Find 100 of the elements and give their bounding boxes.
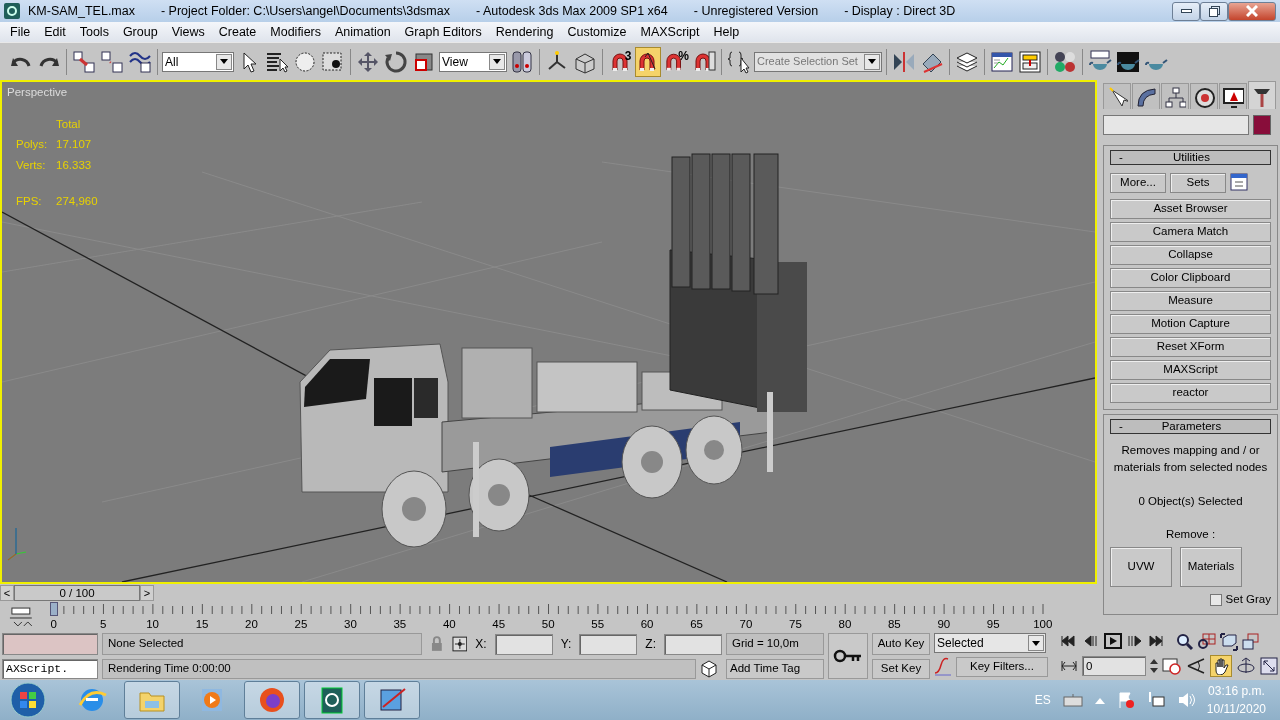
panel-tab[interactable] — [1248, 81, 1276, 109]
restore-button[interactable] — [1200, 1, 1228, 21]
zoom-extents-all-icon[interactable] — [1242, 633, 1260, 651]
panel-tab[interactable] — [1132, 83, 1160, 109]
maxscript-input-field[interactable] — [2, 633, 98, 655]
window-crossing-icon[interactable] — [321, 49, 345, 74]
curve-editor-icon[interactable] — [990, 49, 1014, 74]
selection-filter-dropdown[interactable]: All — [162, 51, 234, 72]
menu-item[interactable]: MAXScript — [633, 22, 707, 42]
menu-item[interactable]: Group — [115, 22, 165, 42]
reference-coordinate-dropdown[interactable]: View — [439, 51, 507, 72]
network-icon[interactable] — [1146, 691, 1165, 709]
set-key-mode-button[interactable]: Set Key — [872, 659, 930, 679]
snap3d-snap-toggle[interactable]: 3 — [607, 46, 633, 77]
next-frame-button[interactable]: > — [140, 585, 154, 601]
utility-button[interactable]: Sets — [1170, 173, 1226, 193]
utility-button[interactable]: reactor — [1110, 383, 1271, 403]
maxscript-listener-field[interactable]: AXScript. — [2, 659, 98, 679]
name-field[interactable] — [1103, 115, 1249, 135]
minimize-button[interactable] — [1172, 1, 1200, 21]
taskbar-app-button[interactable] — [124, 681, 180, 719]
panel-tab[interactable] — [1190, 83, 1218, 109]
add-time-tag-button[interactable]: Add Time Tag — [726, 659, 824, 679]
utility-button[interactable]: Measure — [1110, 291, 1271, 311]
maximize-viewport-icon[interactable] — [1260, 657, 1278, 675]
time-slider-thumb[interactable]: 0 / 100 — [14, 585, 140, 601]
mirror-icon[interactable] — [892, 49, 916, 74]
menu-item[interactable]: Tools — [72, 22, 116, 42]
field-of-view-icon[interactable] — [1186, 657, 1206, 675]
circle-selection-icon[interactable] — [293, 49, 317, 74]
color-swatch[interactable] — [1253, 115, 1271, 135]
tick-label: 90 — [937, 617, 951, 632]
zoom-icon[interactable] — [1176, 633, 1194, 651]
selection-set-field[interactable]: Create Selection Set — [754, 51, 882, 72]
stats-value: 17.107 — [56, 137, 93, 153]
utility-button[interactable]: Reset XForm — [1110, 337, 1271, 357]
stats-header: Total — [56, 117, 82, 132]
spinner-icon[interactable] — [1150, 657, 1158, 675]
taskbar-app-button[interactable] — [304, 681, 360, 719]
remove-button[interactable]: UVW — [1110, 547, 1172, 587]
play-icon[interactable] — [1104, 633, 1122, 651]
panel-tab[interactable] — [1219, 83, 1247, 109]
action-center-flag-icon[interactable] — [1116, 691, 1135, 709]
utility-button[interactable]: MAXScript — [1110, 360, 1271, 380]
link-icon[interactable] — [72, 49, 96, 74]
rollout-header[interactable]: - Utilities — [1110, 150, 1271, 165]
angle-snap-toggle[interactable] — [635, 46, 661, 77]
taskbar-app-button[interactable] — [364, 681, 420, 719]
x-field[interactable] — [494, 633, 553, 655]
configure-sets-icon[interactable] — [1230, 173, 1248, 191]
material-editor-icon[interactable] — [1053, 49, 1077, 74]
rendered-frame-icon[interactable] — [1116, 49, 1140, 74]
key-filters-button[interactable]: Key Filters... — [956, 657, 1048, 677]
utility-button[interactable]: Camera Match — [1110, 222, 1271, 242]
set-key-button[interactable] — [828, 633, 868, 679]
percent-snap-toggle[interactable]: % — [663, 46, 689, 77]
remove-button[interactable]: Materials — [1180, 547, 1242, 587]
utility-button[interactable]: More... — [1110, 173, 1166, 193]
panel-tab[interactable] — [1103, 83, 1131, 109]
unlink-icon[interactable] — [100, 49, 124, 74]
close-button[interactable] — [1228, 1, 1276, 21]
menu-item[interactable]: Animation — [328, 22, 398, 42]
function-curve-icon[interactable] — [934, 657, 952, 677]
menu-item[interactable]: Customize — [560, 22, 634, 42]
pan-hand-icon[interactable] — [1212, 657, 1230, 675]
keyboard-icon[interactable] — [1062, 693, 1083, 707]
previous-frame-button[interactable]: < — [0, 585, 14, 601]
y-field[interactable] — [579, 633, 638, 655]
bind-space-warp-icon[interactable] — [128, 49, 152, 74]
orbit-icon[interactable] — [1236, 657, 1256, 675]
menu-item[interactable]: File — [3, 22, 38, 42]
key-mode-dropdown[interactable]: Selected — [934, 633, 1046, 653]
named-selection-icon[interactable] — [727, 49, 751, 74]
menu-item[interactable]: Graph Editors — [397, 22, 489, 42]
menu-item[interactable]: Create — [211, 22, 264, 42]
move-icon[interactable] — [356, 49, 380, 74]
menu-item[interactable]: Help — [706, 22, 747, 42]
utility-button[interactable]: Motion Capture — [1110, 314, 1271, 334]
utility-button[interactable]: Collapse — [1110, 245, 1271, 265]
cube-icon[interactable] — [700, 660, 718, 678]
menu-item[interactable]: Views — [164, 22, 212, 42]
z-field[interactable] — [664, 633, 722, 655]
rotate-icon[interactable] — [384, 49, 408, 74]
start-button[interactable] — [8, 680, 48, 720]
rollout-header[interactable]: - Parameters — [1110, 419, 1271, 434]
zoom-extents-icon[interactable] — [1220, 633, 1238, 651]
auto-key-button[interactable]: Auto Key — [872, 633, 930, 655]
current-frame-field[interactable]: 0 — [1082, 656, 1146, 676]
menu-item[interactable]: Modifiers — [263, 22, 328, 42]
zoom-all-icon[interactable] — [1198, 633, 1216, 651]
time-configuration-icon[interactable] — [1162, 657, 1182, 675]
taskbar-app-button[interactable] — [244, 681, 300, 719]
utility-button[interactable]: Asset Browser — [1110, 199, 1271, 219]
utility-button[interactable]: Color Clipboard — [1110, 268, 1271, 288]
pivot-center-icon[interactable] — [510, 49, 534, 74]
menu-item[interactable]: Edit — [37, 22, 73, 42]
menu-item[interactable]: Rendering — [488, 22, 561, 42]
schematic-view-icon[interactable] — [1018, 49, 1042, 74]
checkbox[interactable] — [1209, 593, 1222, 606]
absolute-mode-icon[interactable] — [451, 636, 468, 652]
